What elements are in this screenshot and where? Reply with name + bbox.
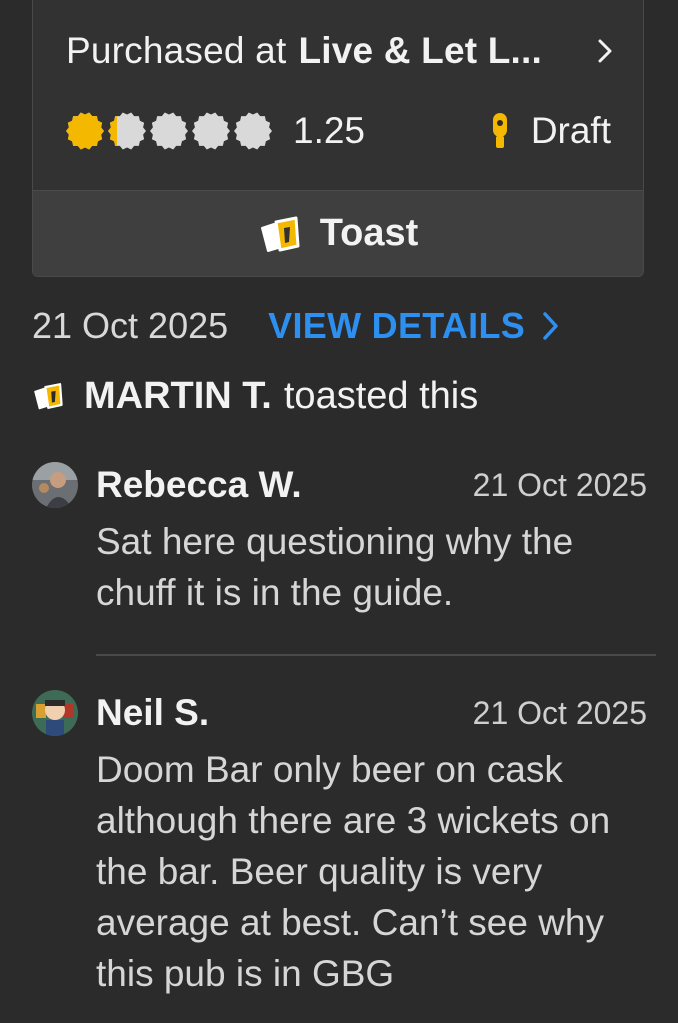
chevron-right-icon (597, 38, 613, 64)
rating-cap-icon (66, 112, 104, 150)
comment-text: Sat here questioning why the chuff it is… (96, 521, 574, 613)
comment-author[interactable]: Neil S. (96, 692, 209, 734)
comment-header: Neil S. 21 Oct 2025 (32, 688, 647, 738)
toast-beer-icon (34, 383, 63, 410)
rating-cap-icon (192, 112, 230, 150)
comment-header: Rebecca W. 21 Oct 2025 (32, 460, 647, 510)
avatar[interactable] (32, 690, 78, 736)
rating-value: 1.25 (293, 110, 366, 151)
rating-cap-icon (234, 112, 272, 150)
avatar[interactable] (32, 462, 78, 508)
toasts-summary[interactable]: MARTIN T. toasted this (32, 370, 478, 422)
purchase-location-row[interactable]: Purchased at Live & Let L... (66, 19, 613, 83)
comment-author[interactable]: Rebecca W. (96, 464, 302, 506)
toast-label: Toast (319, 212, 419, 254)
rating-cap-icon (108, 112, 146, 150)
view-details-label: VIEW DETAILS (268, 305, 526, 346)
comment-date: 21 Oct 2025 (472, 466, 647, 503)
serving-style: Draft (491, 110, 611, 152)
checkin-card: Purchased at Live & Let L... 1.25 Draft (32, 0, 644, 277)
checkin-meta-row: 21 Oct 2025 VIEW DETAILS (32, 300, 644, 352)
checkin-detail-screen: Purchased at Live & Let L... 1.25 Draft (0, 0, 678, 1023)
chevron-right-icon (543, 312, 558, 340)
serving-style-label: Draft (530, 110, 611, 151)
toast-button[interactable]: Toast (33, 190, 643, 276)
rating-row: 1.25 Draft (65, 101, 611, 161)
rating-cap-icon (150, 112, 188, 150)
toasted-suffix: toasted this (283, 374, 479, 417)
toast-beer-icon (260, 216, 300, 252)
venue-name[interactable]: Live & Let L... (298, 30, 542, 72)
draft-tap-icon (492, 113, 507, 148)
comment-item: Neil S. 21 Oct 2025 Doom Bar only beer o… (32, 688, 647, 999)
rating-caps (65, 111, 275, 151)
checkin-date: 21 Oct 2025 (32, 305, 229, 346)
comment-divider (96, 654, 656, 656)
comment-text: Doom Bar only beer on cask although ther… (96, 749, 611, 994)
comment-item: Rebecca W. 21 Oct 2025 Sat here question… (32, 460, 647, 618)
comment-date: 21 Oct 2025 (472, 694, 647, 731)
toaster-name[interactable]: MARTIN T. (84, 375, 272, 418)
view-details-link[interactable]: VIEW DETAILS (268, 305, 559, 347)
purchased-prefix: Purchased at (66, 30, 287, 71)
